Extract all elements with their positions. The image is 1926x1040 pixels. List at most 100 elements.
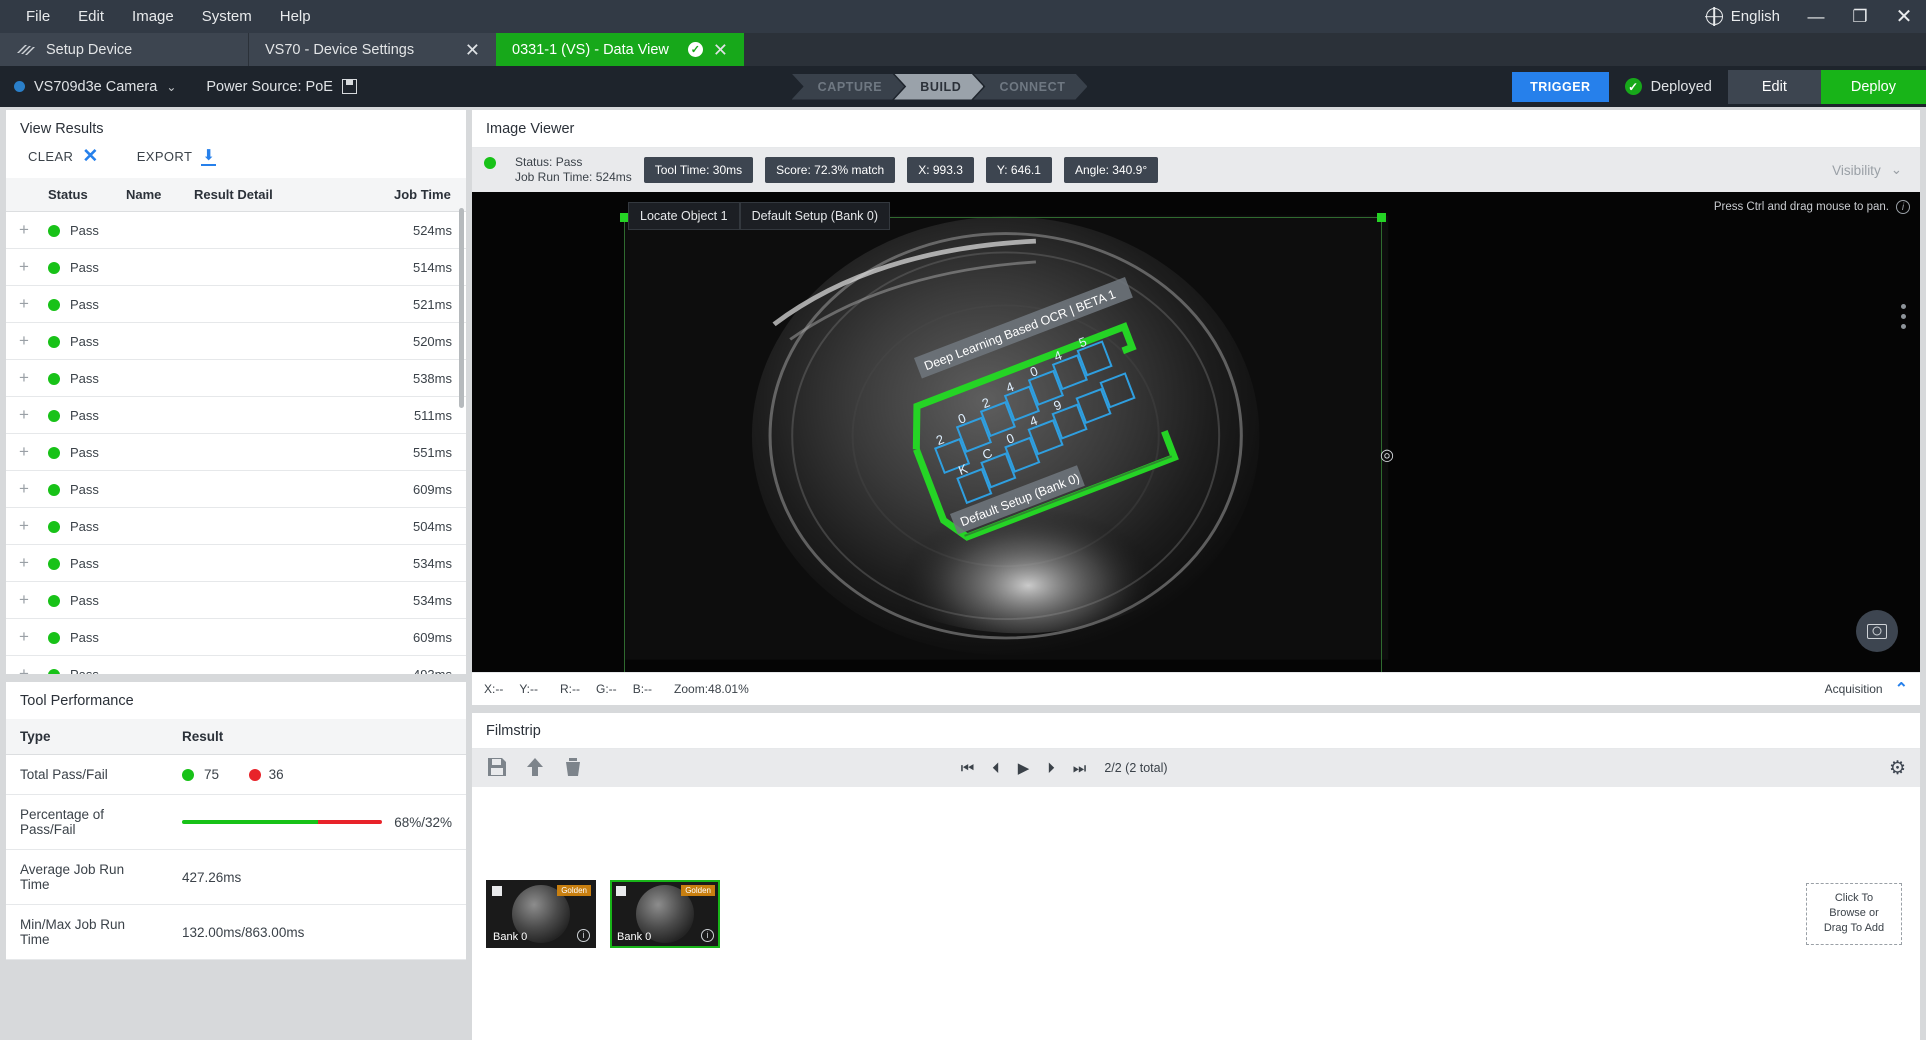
menu-item-edit[interactable]: Edit	[64, 8, 118, 25]
tool-performance-title: Tool Performance	[20, 693, 134, 709]
col-status[interactable]: Status	[42, 178, 120, 212]
row-name	[120, 470, 188, 508]
table-row[interactable]: + Pass 524ms	[6, 211, 466, 249]
export-button[interactable]: EXPORT ⬇	[137, 148, 217, 166]
row-job-time: 534ms	[388, 544, 466, 582]
row-result-detail	[188, 211, 388, 249]
menu-item-image[interactable]: Image	[118, 8, 188, 25]
row-result-detail	[188, 322, 388, 360]
badge-angle: Angle: 340.9°	[1063, 157, 1159, 183]
add-image-dropzone[interactable]: Click To Browse or Drag To Add	[1806, 882, 1902, 945]
table-row[interactable]: + Pass 609ms	[6, 470, 466, 508]
expand-row-button[interactable]: +	[6, 433, 42, 471]
camera-selector[interactable]: VS709d3e Camera ⌄	[0, 79, 190, 95]
table-row[interactable]: + Pass 551ms	[6, 433, 466, 471]
tab-data-view[interactable]: 0331-1 (VS) - Data View ✓ ✕	[496, 33, 744, 66]
expand-row-button[interactable]: +	[6, 211, 42, 249]
expand-row-button[interactable]: +	[6, 359, 42, 397]
overlay-tab-locate-object[interactable]: Locate Object 1	[628, 202, 740, 230]
menu-item-system[interactable]: System	[188, 8, 266, 25]
expand-row-button[interactable]: +	[6, 322, 42, 360]
save-icon[interactable]	[486, 756, 512, 780]
image-canvas[interactable]: Press Ctrl and drag mouse to pan. i Loca…	[472, 192, 1920, 672]
table-row[interactable]: + Pass 520ms	[6, 322, 466, 360]
expand-row-button[interactable]: +	[6, 248, 42, 286]
minimize-button[interactable]: —	[1794, 0, 1838, 33]
tab-setup-device[interactable]: Setup Device	[0, 33, 248, 66]
table-row[interactable]: + Pass 514ms	[6, 248, 466, 286]
overlay-tab-default-setup[interactable]: Default Setup (Bank 0)	[739, 202, 891, 230]
close-icon[interactable]: ✕	[465, 41, 480, 59]
step-build[interactable]: BUILD	[894, 74, 983, 100]
expand-row-button[interactable]: +	[6, 396, 42, 434]
visibility-dropdown[interactable]: Visibility ⌄	[1832, 162, 1908, 178]
filmstrip-thumb[interactable]: Golden Bank 0 i	[610, 879, 720, 948]
expand-row-button[interactable]: +	[6, 618, 42, 656]
expand-row-button[interactable]: +	[6, 285, 42, 323]
menu-item-help[interactable]: Help	[266, 8, 325, 25]
next-frame-button[interactable]: ⏵	[1047, 760, 1055, 777]
pass-indicator-icon	[48, 558, 60, 571]
clear-button[interactable]: CLEAR ✕	[28, 147, 99, 166]
gear-icon[interactable]: ⚙	[1889, 757, 1906, 780]
table-row[interactable]: + Pass 609ms	[6, 618, 466, 656]
col-result-detail[interactable]: Result Detail	[188, 178, 388, 212]
perf-avg-value: 427.26ms	[168, 849, 466, 905]
edit-button[interactable]: Edit	[1727, 69, 1821, 104]
play-button[interactable]: ▶	[1018, 759, 1030, 777]
pass-indicator-icon	[48, 447, 60, 460]
results-scrollbar[interactable]	[459, 208, 464, 408]
language-selector[interactable]: English	[1705, 8, 1794, 25]
expand-row-button[interactable]: +	[6, 544, 42, 582]
close-window-button[interactable]: ✕	[1882, 0, 1926, 33]
prev-frame-button[interactable]: ⏴	[992, 760, 1000, 777]
first-frame-button[interactable]: ⏮	[961, 760, 975, 777]
step-capture[interactable]: CAPTURE	[792, 74, 905, 100]
filmstrip-title: Filmstrip	[472, 713, 1920, 749]
viewer-status: Status: Pass Job Run Time: 524ms	[484, 155, 632, 185]
results-table-head: Status Name Result Detail Job Time	[6, 178, 466, 212]
trigger-button[interactable]: TRIGGER	[1512, 71, 1609, 102]
info-icon[interactable]: i	[577, 928, 590, 942]
row-status: Pass	[42, 470, 120, 508]
table-row[interactable]: + Pass 538ms	[6, 359, 466, 397]
fail-count: 36	[268, 767, 284, 782]
tool-performance-table: Type Result Total Pass/Fail 75 36 Percen…	[6, 719, 466, 960]
table-row[interactable]: + Pass 511ms	[6, 396, 466, 434]
filmstrip-thumb[interactable]: Golden Bank 0 i	[486, 879, 596, 948]
save-icon[interactable]	[341, 79, 357, 94]
capture-image-button[interactable]	[1856, 610, 1898, 652]
table-row[interactable]: + Pass 493ms	[6, 655, 466, 674]
row-name	[120, 211, 188, 249]
expand-row-button[interactable]: +	[6, 507, 42, 545]
expand-row-button[interactable]: +	[6, 470, 42, 508]
results-scroll-area[interactable]: Status Name Result Detail Job Time + Pass…	[6, 178, 466, 674]
thumb-checkbox[interactable]	[616, 885, 626, 896]
chevron-down-icon[interactable]: ⌄	[166, 80, 176, 94]
menu-item-file[interactable]: File	[12, 8, 64, 25]
info-icon[interactable]: i	[701, 928, 714, 942]
col-expand	[6, 178, 42, 212]
close-icon[interactable]: ✕	[713, 41, 728, 59]
delete-icon[interactable]	[562, 756, 588, 780]
table-row[interactable]: + Pass 504ms	[6, 507, 466, 545]
table-row[interactable]: + Pass 534ms	[6, 544, 466, 582]
view-results-actions: CLEAR ✕ EXPORT ⬇	[6, 147, 466, 178]
col-name[interactable]: Name	[120, 178, 188, 212]
last-frame-button[interactable]: ⏭	[1073, 760, 1087, 777]
upload-icon[interactable]	[524, 756, 550, 780]
row-job-time: 511ms	[388, 396, 466, 434]
expand-row-button[interactable]: +	[6, 655, 42, 674]
col-job-time[interactable]: Job Time	[388, 178, 466, 212]
viewer-more-menu[interactable]	[1901, 304, 1906, 329]
table-row[interactable]: + Pass 521ms	[6, 285, 466, 323]
expand-row-button[interactable]: +	[6, 581, 42, 619]
restore-button[interactable]: ❐	[1838, 0, 1882, 33]
thumb-checkbox[interactable]	[492, 885, 502, 896]
step-connect[interactable]: CONNECT	[973, 74, 1087, 100]
clear-label: CLEAR	[28, 149, 74, 164]
table-row[interactable]: + Pass 534ms	[6, 581, 466, 619]
tab-device-settings[interactable]: VS70 - Device Settings ✕	[248, 33, 496, 66]
acquisition-toggle[interactable]: Acquisition ⌃	[1825, 679, 1908, 699]
deploy-button[interactable]: Deploy	[1820, 69, 1926, 104]
